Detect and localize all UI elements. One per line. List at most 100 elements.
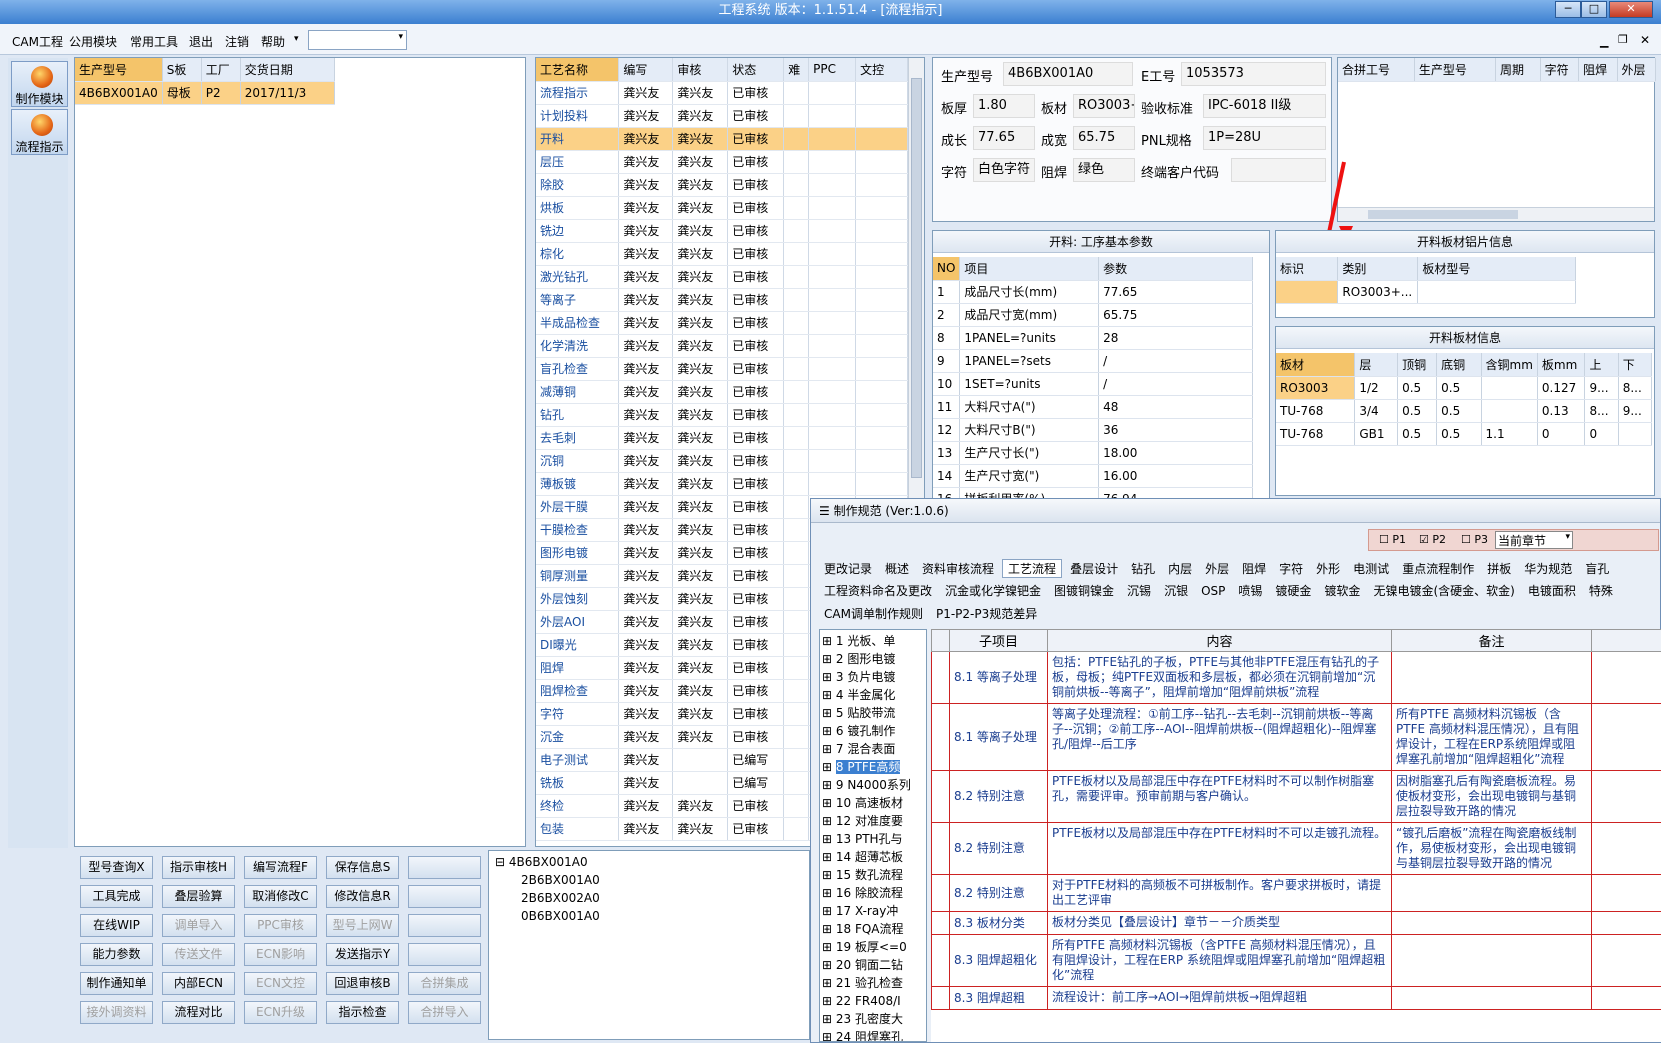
- column-header[interactable]: 生产型号: [1414, 58, 1496, 82]
- column-header[interactable]: 上: [1584, 353, 1619, 377]
- action-button[interactable]: 保存信息S: [326, 856, 399, 879]
- chapter-item[interactable]: ⊞ 10 高速板材: [822, 794, 924, 812]
- tab[interactable]: 沉银: [1159, 582, 1193, 600]
- action-button[interactable]: PPC审核: [244, 914, 317, 937]
- action-button[interactable]: ECN升级: [244, 1001, 317, 1024]
- chapter-item[interactable]: ⊞ 18 FQA流程: [822, 920, 924, 938]
- table-row[interactable]: 8.2 特别注意 对于PTFE材料的高频板不可拼板制作。客户要求拼板时，请提出工艺…: [931, 874, 1661, 912]
- action-button[interactable]: 制作通知单: [80, 972, 153, 995]
- tab[interactable]: 无镍电镀金(含硬金、软金): [1368, 582, 1519, 600]
- table-row[interactable]: 12 大料尺寸B(") 36: [933, 418, 1253, 442]
- tab[interactable]: 沉锡: [1122, 582, 1156, 600]
- table-row[interactable]: 薄板镀 龚兴友 龚兴友 已审核: [536, 472, 908, 496]
- tab[interactable]: 外形: [1311, 560, 1345, 578]
- chapter-item[interactable]: ⊞ 9 N4000系列: [822, 776, 924, 794]
- action-button[interactable]: [408, 885, 481, 908]
- chapter-item[interactable]: ⊞ 2 图形电镀: [822, 650, 924, 668]
- tree-root[interactable]: ⊟ 4B6BX001A0: [495, 853, 803, 871]
- action-button[interactable]: 回退审核B: [326, 972, 399, 995]
- column-header[interactable]: 周期: [1495, 58, 1541, 82]
- table-row[interactable]: 1 成品尺寸长(mm) 77.65: [933, 280, 1253, 304]
- action-button[interactable]: 内部ECN: [162, 972, 235, 995]
- model-field[interactable]: 4B6BX001A0: [1003, 62, 1133, 86]
- chapter-item[interactable]: ⊞ 15 数孔流程: [822, 866, 924, 884]
- col-model[interactable]: 生产型号: [75, 58, 163, 82]
- table-row[interactable]: 10 1SET=?units /: [933, 372, 1253, 396]
- p2-checkbox[interactable]: ☑ P2: [1419, 533, 1446, 546]
- table-row[interactable]: 8 1PANEL=?units 28: [933, 326, 1253, 350]
- tab[interactable]: CAM调单制作规则: [819, 605, 928, 623]
- action-button[interactable]: 接外调资料: [80, 1001, 153, 1024]
- char-field[interactable]: 白色字符: [973, 158, 1035, 182]
- menu-help[interactable]: 帮助: [261, 33, 285, 50]
- width-field[interactable]: 65.75: [1073, 126, 1135, 150]
- table-row[interactable]: 8.3 板材分类 板材分类见【叠层设计】章节－－介质类型: [931, 911, 1661, 935]
- thickness-field[interactable]: 1.80: [973, 94, 1035, 118]
- action-button[interactable]: 指示审核H: [162, 856, 235, 879]
- merge-hscrollbar[interactable]: [1338, 207, 1654, 221]
- tab[interactable]: 图镀铜镍金: [1049, 582, 1119, 600]
- column-header[interactable]: 参数: [1098, 257, 1253, 281]
- chapter-item[interactable]: ⊞ 3 负片电镀: [822, 668, 924, 686]
- action-button[interactable]: 编写流程F: [244, 856, 317, 879]
- material-field[interactable]: RO3003+: [1073, 94, 1135, 118]
- table-row[interactable]: RO3003+...: [1276, 280, 1576, 304]
- chapter-item[interactable]: ⊞ 12 对准度要: [822, 812, 924, 830]
- table-row[interactable]: TU-768 3/4 0.5 0.5 0.13 8... 9...: [1276, 399, 1653, 423]
- tab[interactable]: P1-P2-P3规范差异: [931, 605, 1042, 623]
- column-header[interactable]: 阻焊: [1578, 58, 1618, 82]
- chapter-item[interactable]: ⊞ 22 FR408/I: [822, 992, 924, 1010]
- chapter-item[interactable]: ⊞ 17 X-ray冲: [822, 902, 924, 920]
- col-delivery[interactable]: 交货日期: [240, 58, 336, 82]
- column-header[interactable]: 顶铜: [1397, 353, 1438, 377]
- action-button[interactable]: 调单导入: [162, 914, 235, 937]
- table-row[interactable]: 去毛刺 龚兴友 龚兴友 已审核: [536, 426, 908, 450]
- standard-field[interactable]: IPC-6018 II级: [1203, 94, 1326, 118]
- action-button[interactable]: ECN影响: [244, 943, 317, 966]
- length-field[interactable]: 77.65: [973, 126, 1035, 150]
- col-process-name[interactable]: 工艺名称: [536, 58, 620, 82]
- tab[interactable]: OSP: [1196, 584, 1230, 599]
- column-header[interactable]: 标识: [1276, 257, 1339, 281]
- nav-process-button[interactable]: 流程指示: [11, 109, 68, 155]
- minimize-button[interactable]: ─: [1555, 1, 1581, 18]
- table-row[interactable]: 8.2 特别注意 PTFE板材以及局部混压中存在PTFE材料时不可以走镀孔流程。 “…: [931, 822, 1661, 875]
- column-header[interactable]: 层: [1354, 353, 1399, 377]
- col-ppc[interactable]: PPC: [808, 58, 857, 82]
- menu-cam[interactable]: CAM工程: [12, 33, 63, 50]
- dropdown-arrow-icon[interactable]: ▾: [294, 34, 299, 44]
- column-header[interactable]: 外层: [1617, 58, 1657, 82]
- menu-public[interactable]: 公用模块: [69, 33, 117, 50]
- chapter-item[interactable]: ⊞ 13 PTH孔与: [822, 830, 924, 848]
- tab[interactable]: 资料审核流程: [917, 560, 999, 578]
- tree-item[interactable]: 2B6BX001A0: [495, 871, 803, 889]
- action-button[interactable]: 合拼导入: [408, 1001, 481, 1024]
- table-row[interactable]: 层压 龚兴友 龚兴友 已审核: [536, 150, 908, 174]
- table-row[interactable]: 8.1 等离子处理 等离子处理流程：①前工序--钻孔--去毛刺--沉铜前烘板--等…: [931, 703, 1661, 771]
- chapter-item[interactable]: ⊞ 5 贴胶带流: [822, 704, 924, 722]
- table-row[interactable]: 等离子 龚兴友 龚兴友 已审核: [536, 288, 908, 312]
- action-button[interactable]: 发送指示Y: [326, 943, 399, 966]
- table-row[interactable]: 8.3 阻焊超粗化 所有PTFE 高频材料沉锡板（含PTFE 高频材料混压情况），…: [931, 934, 1661, 987]
- mdi-close-icon[interactable]: ✕: [1640, 33, 1650, 47]
- menu-tools[interactable]: 常用工具: [130, 33, 178, 50]
- table-row[interactable]: 激光钻孔 龚兴友 龚兴友 已审核: [536, 265, 908, 289]
- column-header[interactable]: 板材: [1276, 353, 1356, 377]
- table-row[interactable]: 流程指示 龚兴友 龚兴友 已审核: [536, 81, 908, 105]
- chapter-item[interactable]: ⊞ 16 除胶流程: [822, 884, 924, 902]
- action-button[interactable]: 修改信息R: [326, 885, 399, 908]
- table-row[interactable]: 半成品检查 龚兴友 龚兴友 已审核: [536, 311, 908, 335]
- action-button[interactable]: [408, 914, 481, 937]
- column-header[interactable]: 底铜: [1436, 353, 1482, 377]
- col-content[interactable]: 内容: [1047, 629, 1392, 652]
- chapter-item[interactable]: ⊞ 24 阻焊塞孔: [822, 1028, 924, 1041]
- close-button[interactable]: ✕: [1609, 1, 1653, 18]
- table-row[interactable]: 8.1 等离子处理 包括：PTFE钻孔的子板，PTFE与其他非PTFE混压有钻孔的…: [931, 651, 1661, 704]
- table-row[interactable]: RO3003 1/2 0.5 0.5 0.127 9... 8...: [1276, 376, 1653, 400]
- chapter-item[interactable]: ⊞ 1 光板、单: [822, 632, 924, 650]
- tab[interactable]: 电镀面积: [1523, 582, 1581, 600]
- column-header[interactable]: 类别: [1337, 257, 1419, 281]
- tab[interactable]: 电测试: [1348, 560, 1394, 578]
- table-row[interactable]: 13 生产尺寸长(") 18.00: [933, 441, 1253, 465]
- tab[interactable]: 重点流程制作: [1397, 560, 1479, 578]
